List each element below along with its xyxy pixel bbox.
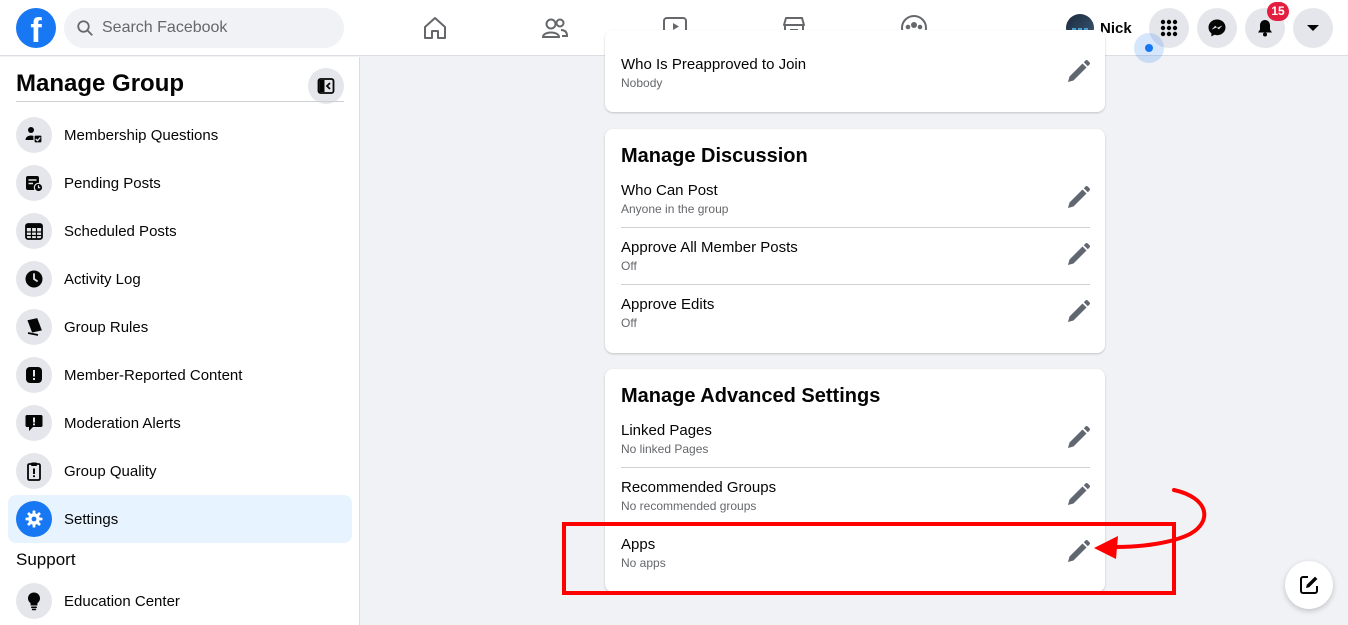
row-divider (621, 467, 1090, 468)
setting-title: Approve Edits (621, 296, 715, 313)
friends-icon[interactable] (539, 12, 571, 44)
calendar-icon (16, 213, 52, 249)
messenger-icon (1208, 19, 1226, 37)
alert-icon (16, 357, 52, 393)
sidebar-item-label: Pending Posts (64, 174, 161, 192)
sidebar-item-education-center[interactable]: Education Center (8, 577, 352, 625)
cursor-indicator (1134, 33, 1164, 63)
pencil-icon (1068, 299, 1091, 322)
sidebar-item-label: Membership Questions (64, 126, 219, 144)
sidebar-item-label: Member-Reported Content (64, 366, 243, 384)
speech-alert-icon (16, 405, 52, 441)
sidebar-item-label: Group Quality (64, 462, 157, 480)
clock-icon (16, 261, 52, 297)
row-divider (621, 227, 1090, 228)
setting-row-who-can-post: Who Can Post Anyone in the group (621, 182, 1090, 216)
setting-title: Who Can Post (621, 182, 718, 199)
card-title: Manage Discussion (621, 145, 808, 167)
book-icon (16, 309, 52, 345)
sidebar-item-label: Settings (64, 510, 119, 528)
annotation-arrow (1094, 488, 1207, 559)
notification-count-badge: 15 (1267, 2, 1289, 21)
pencil-icon (1068, 185, 1091, 208)
setting-value: Off (621, 316, 637, 330)
sidebar-item-label: Group Rules (64, 318, 149, 336)
setting-row-approve-edits: Approve Edits Off (621, 296, 1090, 330)
pencil-icon (1068, 59, 1091, 82)
search-icon (77, 20, 93, 36)
membership-questions-icon (16, 117, 52, 153)
setting-value: Nobody (621, 76, 663, 90)
search-box[interactable] (64, 8, 344, 48)
sidebar-item-membership-questions[interactable]: Membership Questions (8, 111, 352, 159)
pencil-icon (1068, 425, 1091, 448)
caret-down-icon (1307, 25, 1319, 31)
setting-value: Anyone in the group (621, 202, 729, 216)
manage-group-sidebar: Manage Group Membership Questions Pendin… (0, 57, 360, 625)
search-input[interactable] (102, 19, 322, 37)
profile-name: Nick (1100, 19, 1132, 37)
setting-value: No recommended groups (621, 499, 757, 513)
grid-menu-icon (1160, 19, 1178, 37)
sidebar-item-pending-posts[interactable]: Pending Posts (8, 159, 352, 207)
clipboard-icon (16, 453, 52, 489)
sidebar-divider (16, 101, 344, 102)
sidebar-item-label: Moderation Alerts (64, 414, 181, 432)
edit-approve-member-posts-button[interactable] (1065, 242, 1091, 268)
edit-approve-edits-button[interactable] (1065, 299, 1091, 325)
facebook-logo[interactable]: f (16, 8, 56, 48)
support-heading: Support (16, 550, 76, 569)
bell-icon (1258, 20, 1272, 37)
sidebar-item-group-rules[interactable]: Group Rules (8, 303, 352, 351)
edit-preapproved-button[interactable] (1065, 59, 1091, 85)
sidebar-item-label: Education Center (64, 592, 180, 610)
setting-title: Approve All Member Posts (621, 239, 798, 256)
setting-title: Who Is Preapproved to Join (621, 56, 807, 73)
setting-value: No linked Pages (621, 442, 709, 456)
setting-row-recommended-groups: Recommended Groups No recommended groups (621, 479, 1090, 513)
row-divider (621, 284, 1090, 285)
setting-title: Recommended Groups (621, 479, 777, 496)
sidebar-item-label: Scheduled Posts (64, 222, 177, 240)
setting-value: Off (621, 259, 637, 273)
sidebar-item-scheduled-posts[interactable]: Scheduled Posts (8, 207, 352, 255)
setting-row-linked-pages: Linked Pages No linked Pages (621, 422, 1090, 456)
setting-row-preapproved: Who Is Preapproved to Join Nobody (621, 56, 1090, 90)
edit-linked-pages-button[interactable] (1065, 425, 1091, 451)
gear-icon (16, 501, 52, 537)
sidebar-item-settings[interactable]: Settings (8, 495, 352, 543)
collapse-sidebar-button[interactable] (308, 68, 344, 104)
sidebar-item-moderation-alerts[interactable]: Moderation Alerts (8, 399, 352, 447)
membership-settings-card: Who Is Preapproved to Join Nobody (605, 30, 1105, 112)
notifications-button[interactable]: 15 (1245, 2, 1289, 48)
manage-discussion-card: Manage Discussion Who Can Post Anyone in… (605, 129, 1105, 353)
account-button[interactable] (1293, 8, 1333, 48)
lightbulb-icon (16, 583, 52, 619)
sidebar-item-member-reported-content[interactable]: Member-Reported Content (8, 351, 352, 399)
sidebar-title: Manage Group (16, 70, 185, 97)
panel-toggle-icon (317, 78, 335, 94)
sidebar-item-group-quality[interactable]: Group Quality (8, 447, 352, 495)
new-message-button[interactable] (1285, 561, 1333, 609)
sidebar-item-activity-log[interactable]: Activity Log (8, 255, 352, 303)
setting-title: Linked Pages (621, 422, 712, 439)
home-icon[interactable] (419, 12, 451, 44)
pending-posts-icon (16, 165, 52, 201)
sidebar-item-label: Activity Log (64, 270, 141, 288)
compose-icon (1300, 576, 1318, 594)
card-title: Manage Advanced Settings (621, 385, 881, 407)
pencil-icon (1068, 242, 1091, 265)
setting-row-approve-member-posts: Approve All Member Posts Off (621, 239, 1090, 273)
messenger-button[interactable] (1197, 8, 1237, 48)
edit-who-can-post-button[interactable] (1065, 185, 1091, 211)
